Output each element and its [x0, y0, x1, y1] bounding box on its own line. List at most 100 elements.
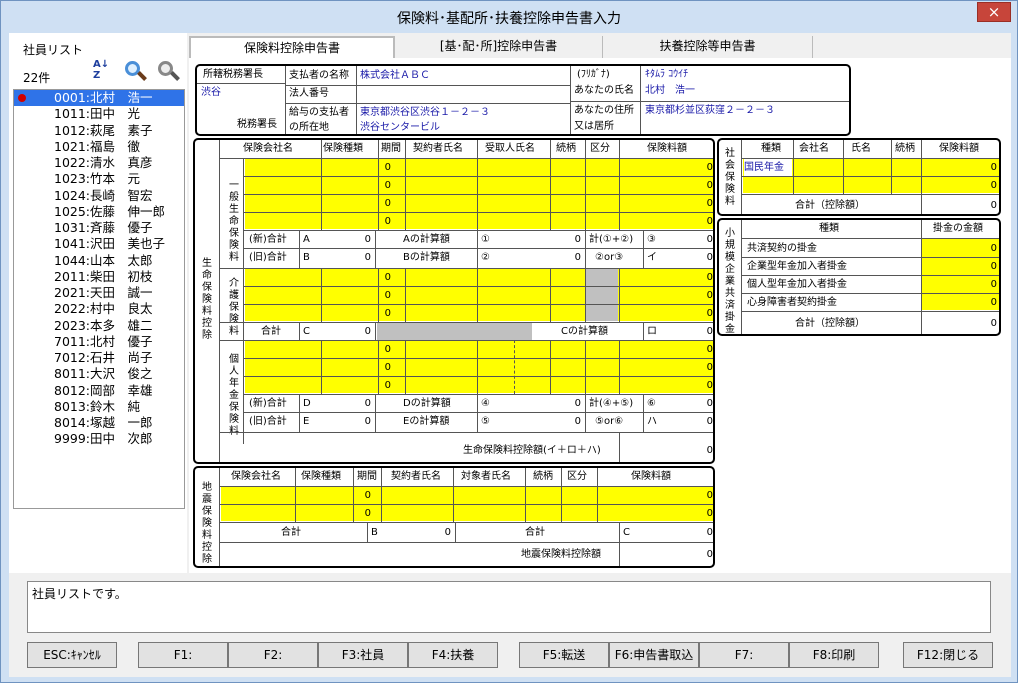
clear-search-icon[interactable]: [156, 59, 180, 85]
employee-label: 8014:塚越 一郎: [54, 415, 153, 430]
general-b-value: 0: [364, 252, 371, 263]
employee-list[interactable]: 0001:北村 浩一 1011:田中 光 1012:萩尾 素子 1021:福島 徹 10…: [13, 89, 185, 509]
or23-label: ②or③: [595, 252, 624, 263]
esc-cancel-button[interactable]: ESC:ｷｬﾝｾﾙ: [27, 642, 117, 668]
small-row2-amount[interactable]: 0: [925, 258, 999, 275]
employee-list-item[interactable]: 1041:沢田 美也子: [14, 236, 184, 252]
small-row3-amount[interactable]: 0: [925, 276, 999, 293]
care-row2-amount[interactable]: 0: [635, 287, 713, 304]
care-row3-period[interactable]: 0: [381, 305, 393, 322]
office-name[interactable]: 渋谷: [201, 84, 221, 101]
c1-value: 0: [574, 234, 581, 245]
employee-list-item[interactable]: 8011:大沢 俊之: [14, 366, 184, 382]
employee-list-item[interactable]: 8014:塚越 一郎: [14, 415, 184, 431]
f2-button[interactable]: F2:: [228, 642, 318, 668]
tab-insurance-deduction[interactable]: 保険料控除申告書: [189, 36, 395, 58]
f6-import-button[interactable]: F6:申告書取込: [609, 642, 699, 668]
care-row1-period[interactable]: 0: [381, 269, 393, 286]
window-title: 保険料･基配所･扶養控除申告書入力: [397, 11, 621, 27]
social-row1-amount[interactable]: 0: [925, 159, 999, 176]
ro-value: 0: [706, 326, 713, 337]
quake-row2-period[interactable]: 0: [361, 505, 373, 522]
f3-employee-button[interactable]: F3:社員: [318, 642, 408, 668]
employee-list-item[interactable]: 2022:村中 良太: [14, 301, 184, 317]
sort-icon[interactable]: A↓ Z: [93, 59, 115, 85]
pension-row3-period[interactable]: 0: [381, 377, 393, 394]
small-row4-amount[interactable]: 0: [925, 294, 999, 311]
quake-row1-amount[interactable]: 0: [615, 487, 713, 504]
employee-list-item[interactable]: 1044:山本 太郎: [14, 253, 184, 269]
c4-value: 0: [574, 398, 581, 409]
f7-button[interactable]: F7:: [699, 642, 789, 668]
employee-list-item[interactable]: 1012:萩尾 素子: [14, 123, 184, 139]
title-bar: 保険料･基配所･扶養控除申告書入力 ×: [1, 1, 1017, 33]
employee-label: 2023:本多 雄二: [54, 317, 153, 333]
care-row1-amount[interactable]: 0: [635, 269, 713, 286]
employee-list-item[interactable]: 2023:本多 雄二: [14, 318, 184, 334]
f12-close-button[interactable]: F12:閉じる: [903, 642, 993, 668]
employee-list-item[interactable]: 0001:北村 浩一: [14, 90, 184, 107]
employee-list-item[interactable]: 1024:長崎 智宏: [14, 188, 184, 204]
pension-row1-amount[interactable]: 0: [635, 341, 713, 358]
c6-value: 0: [706, 398, 713, 409]
or56-label: ⑤or⑥: [595, 416, 624, 427]
search-icon[interactable]: [123, 59, 147, 85]
general-row2-amount[interactable]: 0: [635, 177, 713, 194]
payer-address-line2[interactable]: 渋谷センタービル: [360, 119, 440, 134]
small-row1-amount[interactable]: 0: [925, 240, 999, 257]
general-row3-period[interactable]: 0: [381, 195, 393, 212]
life-col-recipient: 受取人氏名: [485, 143, 535, 154]
tab-basic-spouse-deduction[interactable]: [基･配･所]控除申告書: [395, 36, 603, 58]
quake-row2-amount[interactable]: 0: [615, 505, 713, 522]
status-message-box: 社員リストです。: [27, 581, 991, 633]
tab-dependent-deduction[interactable]: 扶養控除等申告書: [603, 36, 813, 58]
general-row3-amount[interactable]: 0: [635, 195, 713, 212]
employee-list-item[interactable]: 2011:柴田 初枝: [14, 269, 184, 285]
f8-print-button[interactable]: F8:印刷: [789, 642, 879, 668]
employee-list-item[interactable]: 9999:田中 次郎: [14, 431, 184, 447]
employee-label: 1022:清水 真彦: [54, 155, 153, 170]
general-row1-amount[interactable]: 0: [635, 159, 713, 176]
general-row1-period[interactable]: 0: [381, 159, 393, 176]
employee-list-item[interactable]: 2021:天田 誠一: [14, 285, 184, 301]
your-name[interactable]: 北村 浩一: [645, 82, 695, 99]
pension-row2-period[interactable]: 0: [381, 359, 393, 376]
f4-dependent-button[interactable]: F4:扶養: [408, 642, 498, 668]
form-area: 所轄税務署長 渋谷 税務署長 支払者の名称 株式会社ＡＢＣ 法人番号 給与の支払…: [189, 58, 1011, 573]
employee-list-item[interactable]: 7012:石井 尚子: [14, 350, 184, 366]
sort-icon-glyph: A↓ Z: [93, 59, 110, 81]
employee-list-item[interactable]: 1011:田中 光: [14, 106, 184, 122]
employee-panel: 社員リスト 22件 A↓ Z 0001:北村 浩一 1011:田中 光 1012:萩…: [9, 33, 187, 573]
employee-list-item[interactable]: 1025:佐藤 伸一郎: [14, 204, 184, 220]
general-row4-amount[interactable]: 0: [635, 213, 713, 230]
social-row2-amount[interactable]: 0: [925, 177, 999, 194]
pension-row1-period[interactable]: 0: [381, 341, 393, 358]
f5-transfer-button[interactable]: F5:転送: [519, 642, 609, 668]
employee-list-item[interactable]: 1031:斉藤 優子: [14, 220, 184, 236]
general-row2-period[interactable]: 0: [381, 177, 393, 194]
employee-list-item[interactable]: 1021:福島 徹: [14, 139, 184, 155]
employee-label: 2011:柴田 初枝: [54, 268, 153, 284]
social-row1-type[interactable]: 国民年金: [744, 159, 792, 176]
quake-row1-period[interactable]: 0: [361, 487, 373, 504]
general-row4-period[interactable]: 0: [381, 213, 393, 230]
care-row2-period[interactable]: 0: [381, 287, 393, 304]
earthquake-box: 地震保険料控除 保険会社名 保険種類 期間 契約者氏名 対象者氏名 続柄 区分 …: [193, 466, 715, 568]
employee-label: 2021:天田 誠一: [54, 285, 153, 300]
employee-list-item[interactable]: 8012:岡部 幸雄: [14, 383, 184, 399]
care-row3-amount[interactable]: 0: [635, 305, 713, 322]
kana-name[interactable]: ｷﾀﾑﾗ ｺｳｲﾁ: [645, 66, 688, 83]
f1-button[interactable]: F1:: [138, 642, 228, 668]
your-address[interactable]: 東京都杉並区荻窪２－２－３: [645, 102, 775, 119]
pension-row3-amount[interactable]: 0: [635, 377, 713, 394]
pension-row2-amount[interactable]: 0: [635, 359, 713, 376]
payer-name[interactable]: 株式会社ＡＢＣ: [360, 67, 430, 84]
corp-number-field[interactable]: [360, 85, 568, 102]
quake-total-label: 合計: [281, 527, 301, 538]
employee-list-item[interactable]: 1022:清水 真彦: [14, 155, 184, 171]
corp-number-label: 法人番号: [289, 88, 329, 99]
employee-list-item[interactable]: 8013:鈴木 純: [14, 399, 184, 415]
close-button[interactable]: ×: [977, 2, 1011, 22]
employee-list-item[interactable]: 7011:北村 優子: [14, 334, 184, 350]
employee-list-item[interactable]: 1023:竹本 元: [14, 171, 184, 187]
